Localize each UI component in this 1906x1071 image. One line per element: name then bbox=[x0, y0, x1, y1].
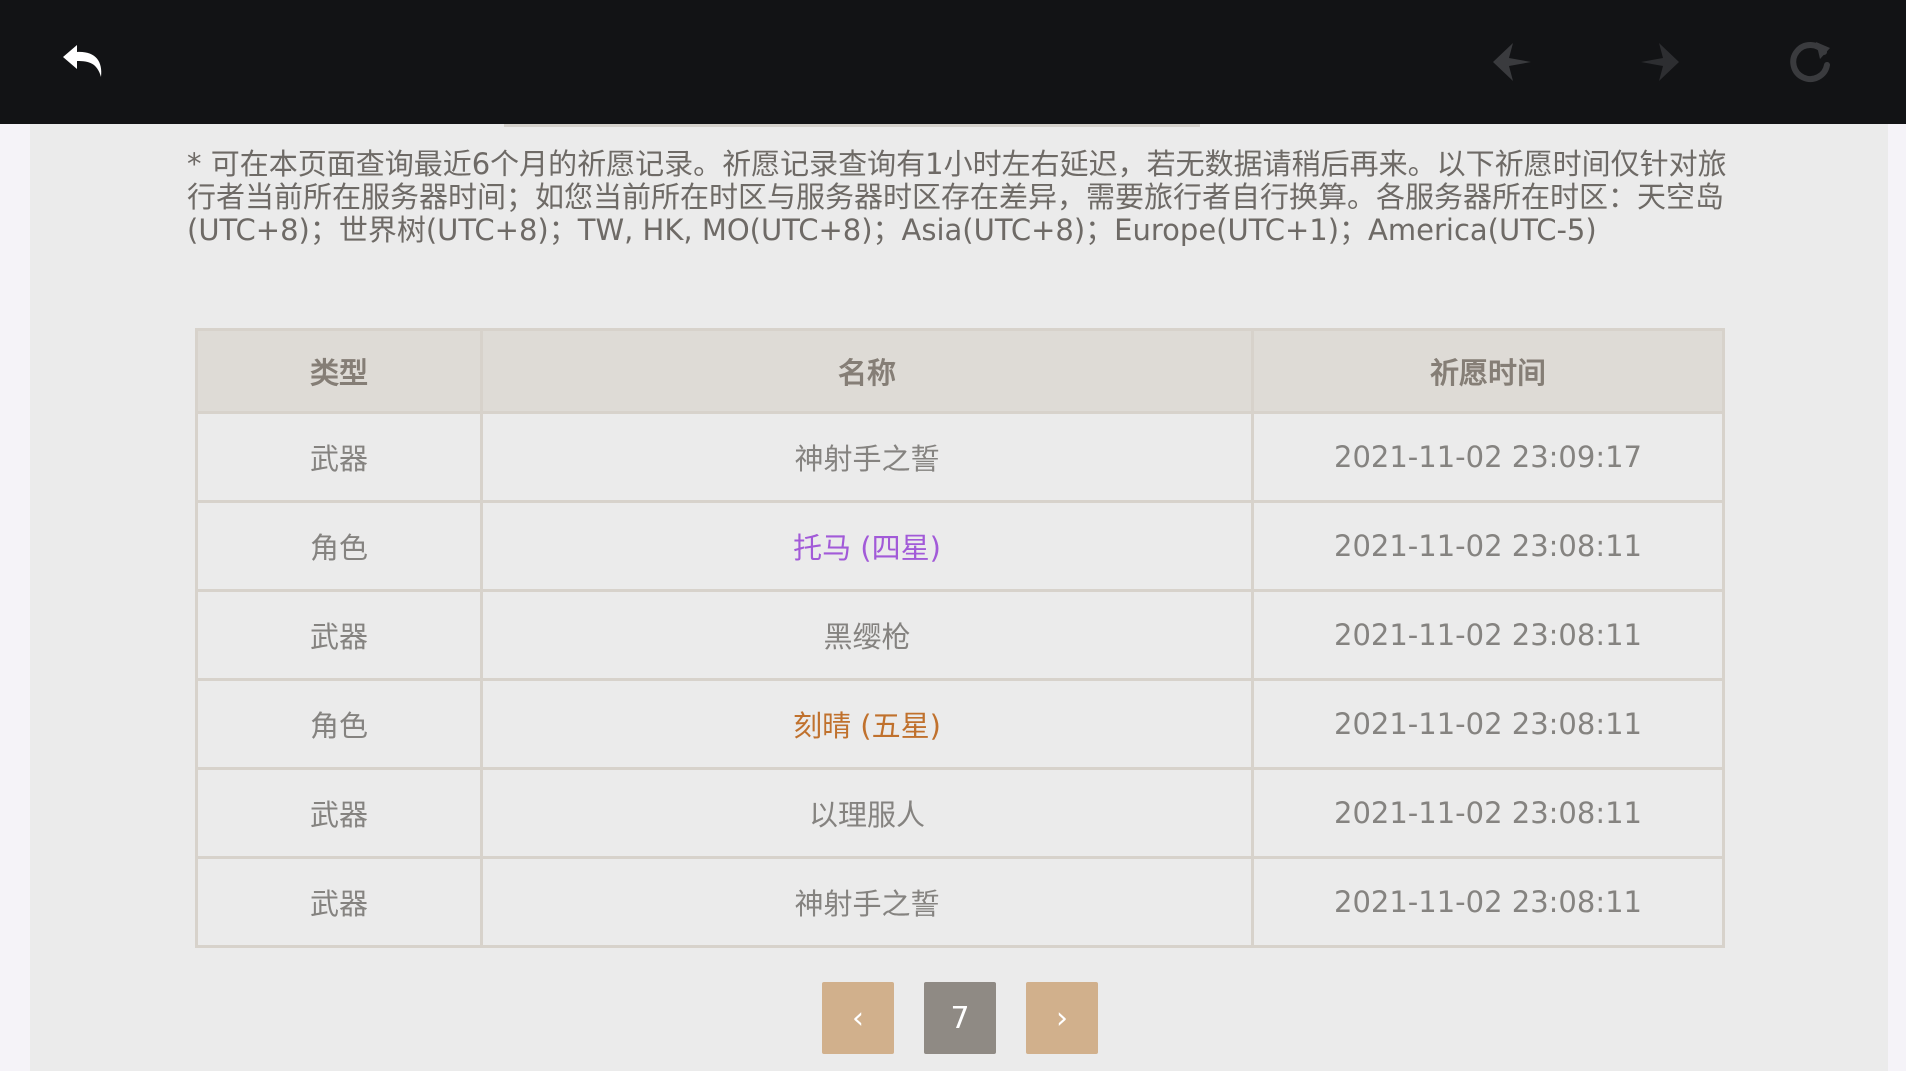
table-row: 武器 黑缨枪 2021-11-02 23:08:11 bbox=[195, 589, 1725, 681]
cell-time: 2021-11-02 23:08:11 bbox=[1251, 678, 1725, 770]
table-row: 武器 神射手之誓 2021-11-02 23:09:17 bbox=[195, 411, 1725, 503]
cell-type: 武器 bbox=[195, 767, 483, 859]
table-row: 武器 神射手之誓 2021-11-02 23:08:11 bbox=[195, 856, 1725, 948]
nav-back-button[interactable] bbox=[1476, 26, 1548, 98]
next-arrow-icon bbox=[1641, 43, 1679, 81]
cell-time: 2021-11-02 23:08:11 bbox=[1251, 767, 1725, 859]
cell-name-five-star: 刻晴 (五星) bbox=[480, 678, 1254, 770]
cell-name: 黑缨枪 bbox=[480, 589, 1254, 681]
header-time: 祈愿时间 bbox=[1251, 328, 1725, 414]
table-row: 角色 托马 (四星) 2021-11-02 23:08:11 bbox=[195, 500, 1725, 592]
prev-arrow-icon bbox=[1493, 43, 1531, 81]
previous-page-button[interactable]: ‹ bbox=[822, 982, 894, 1054]
refresh-button[interactable] bbox=[1774, 26, 1846, 98]
header-name: 名称 bbox=[480, 328, 1254, 414]
cell-name: 神射手之誓 bbox=[480, 411, 1254, 503]
top-toolbar bbox=[0, 0, 1906, 124]
cell-type: 武器 bbox=[195, 589, 483, 681]
cell-time: 2021-11-02 23:08:11 bbox=[1251, 589, 1725, 681]
cell-name: 以理服人 bbox=[480, 767, 1254, 859]
panel-divider bbox=[504, 124, 1200, 127]
refresh-icon bbox=[1790, 42, 1830, 83]
cell-time: 2021-11-02 23:08:11 bbox=[1251, 856, 1725, 948]
wish-history-panel: * 可在本页面查询最近6个月的祈愿记录。祈愿记录查询有1小时左右延迟，若无数据请… bbox=[30, 124, 1888, 1071]
current-page-indicator: 7 bbox=[924, 982, 996, 1054]
cell-name-four-star: 托马 (四星) bbox=[480, 500, 1254, 592]
nav-forward-button[interactable] bbox=[1624, 26, 1696, 98]
cell-type: 武器 bbox=[195, 411, 483, 503]
next-page-button[interactable]: › bbox=[1026, 982, 1098, 1054]
table-row: 角色 刻晴 (五星) 2021-11-02 23:08:11 bbox=[195, 678, 1725, 770]
cell-time: 2021-11-02 23:09:17 bbox=[1251, 411, 1725, 503]
table-row: 武器 以理服人 2021-11-02 23:08:11 bbox=[195, 767, 1725, 859]
back-button[interactable] bbox=[48, 26, 120, 98]
cell-name: 神射手之誓 bbox=[480, 856, 1254, 948]
cell-time: 2021-11-02 23:08:11 bbox=[1251, 500, 1725, 592]
header-type: 类型 bbox=[195, 328, 483, 414]
query-notice: * 可在本页面查询最近6个月的祈愿记录。祈愿记录查询有1小时左右延迟，若无数据请… bbox=[187, 147, 1727, 247]
cell-type: 角色 bbox=[195, 678, 483, 770]
cell-type: 角色 bbox=[195, 500, 483, 592]
back-arrow-icon bbox=[63, 45, 102, 77]
wish-record-table: 类型 名称 祈愿时间 武器 神射手之誓 2021-11-02 23:09:17 … bbox=[195, 328, 1725, 948]
table-header-row: 类型 名称 祈愿时间 bbox=[195, 328, 1725, 414]
cell-type: 武器 bbox=[195, 856, 483, 948]
